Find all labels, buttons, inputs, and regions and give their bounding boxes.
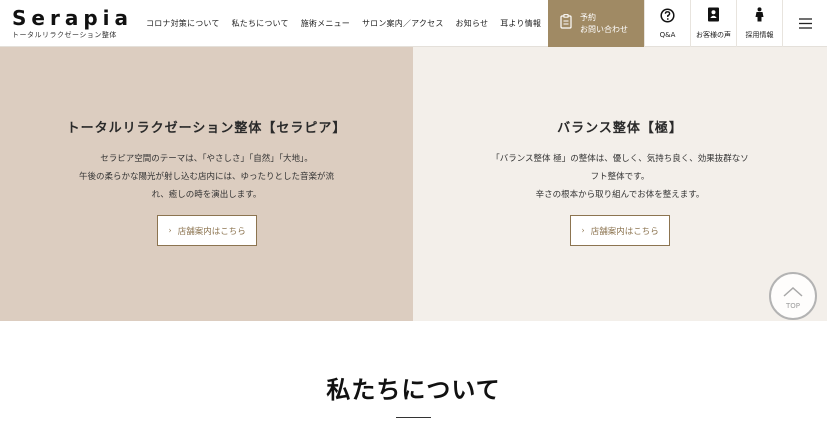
nav-item-info[interactable]: 耳より情報 [500,18,541,29]
serapia-store-info-button[interactable]: › 店舗案内はこちら [157,215,257,246]
hamburger-menu-button[interactable] [782,0,827,47]
kiwami-panel: バランス整体【極】 「バランス整体 極」の整体は、優しく、気持ち良く、効果抜群な… [413,47,827,321]
serapia-panel-title: トータルリラクゼーション整体【セラピア】 [66,121,347,136]
back-to-top-label: TOP [785,302,800,310]
qa-label: Q&A [659,31,676,39]
document-icon [560,14,572,33]
logo[interactable]: Serapia トータルリラクゼーション整体 [12,7,133,40]
serapia-desc-line: れ、癒しの時を演出します。 [151,190,262,200]
about-section-title: 私たちについて [326,375,501,404]
kiwami-desc-line: フト整体です。 [590,172,650,182]
nav-item-salon[interactable]: サロン案内／アクセス [362,18,444,29]
qa-button[interactable]: Q&A [644,0,690,47]
contact-line2: お問い合わせ [580,24,628,34]
kiwami-store-info-button[interactable]: › 店舗案内はこちら [570,215,670,246]
person-icon [754,7,765,26]
nav-item-news[interactable]: お知らせ [456,18,489,29]
question-circle-icon [660,8,675,27]
customer-voice-button[interactable]: お客様の声 [690,0,736,47]
kiwami-panel-description: 「バランス整体 極」の整体は、優しく、気持ち良く、効果抜群なソ フト整体です。 … [413,150,827,204]
serapia-panel: トータルリラクゼーション整体【セラピア】 セラピア空間のテーマは、「やさしさ」「… [0,47,413,321]
serapia-desc-line: 午後の柔らかな陽光が射し込む店内には、ゆったりとした音楽が流 [78,172,334,182]
main-nav: コロナ対策について 私たちについて 施術メニュー サロン案内／アクセス お知らせ… [146,0,541,47]
reservation-contact-button[interactable]: 予約 お問い合わせ [548,0,644,47]
customer-voice-label: お客様の声 [696,31,731,39]
nav-item-corona[interactable]: コロナ対策について [146,18,220,29]
kiwami-store-info-label: 店舗案内はこちら [590,226,659,237]
chevron-up-icon [783,282,803,301]
section-divider [396,417,431,418]
serapia-panel-description: セラピア空間のテーマは、「やさしさ」「自然」「大地」。 午後の柔らかな陽光が射し… [0,150,413,204]
person-book-icon [707,7,720,26]
nav-item-about[interactable]: 私たちについて [232,18,289,29]
contact-line1: 予約 [580,12,596,22]
contact-label: 予約 お問い合わせ [580,12,628,36]
kiwami-panel-title: バランス整体【極】 [557,121,683,136]
hamburger-icon [798,14,812,33]
recruit-button[interactable]: 採用情報 [736,0,782,47]
chevron-right-icon: › [168,225,172,236]
serapia-desc-line: セラピア空間のテーマは、「やさしさ」「自然」「大地」。 [100,154,313,164]
kiwami-desc-line: 「バランス整体 極」の整体は、優しく、気持ち良く、効果抜群なソ [491,154,749,164]
back-to-top-button[interactable]: TOP [769,272,817,320]
logo-name: Serapia [12,6,133,30]
kiwami-desc-line: 辛さの根本から取り組んでお体を整えます。 [535,190,705,200]
logo-subtitle: トータルリラクゼーション整体 [12,31,117,39]
site-header: Serapia トータルリラクゼーション整体 コロナ対策について 私たちについて… [0,0,827,47]
serapia-store-info-label: 店舗案内はこちら [177,226,246,237]
recruit-label: 採用情報 [745,31,774,39]
nav-item-menu[interactable]: 施術メニュー [301,18,350,29]
chevron-right-icon: › [581,225,585,236]
